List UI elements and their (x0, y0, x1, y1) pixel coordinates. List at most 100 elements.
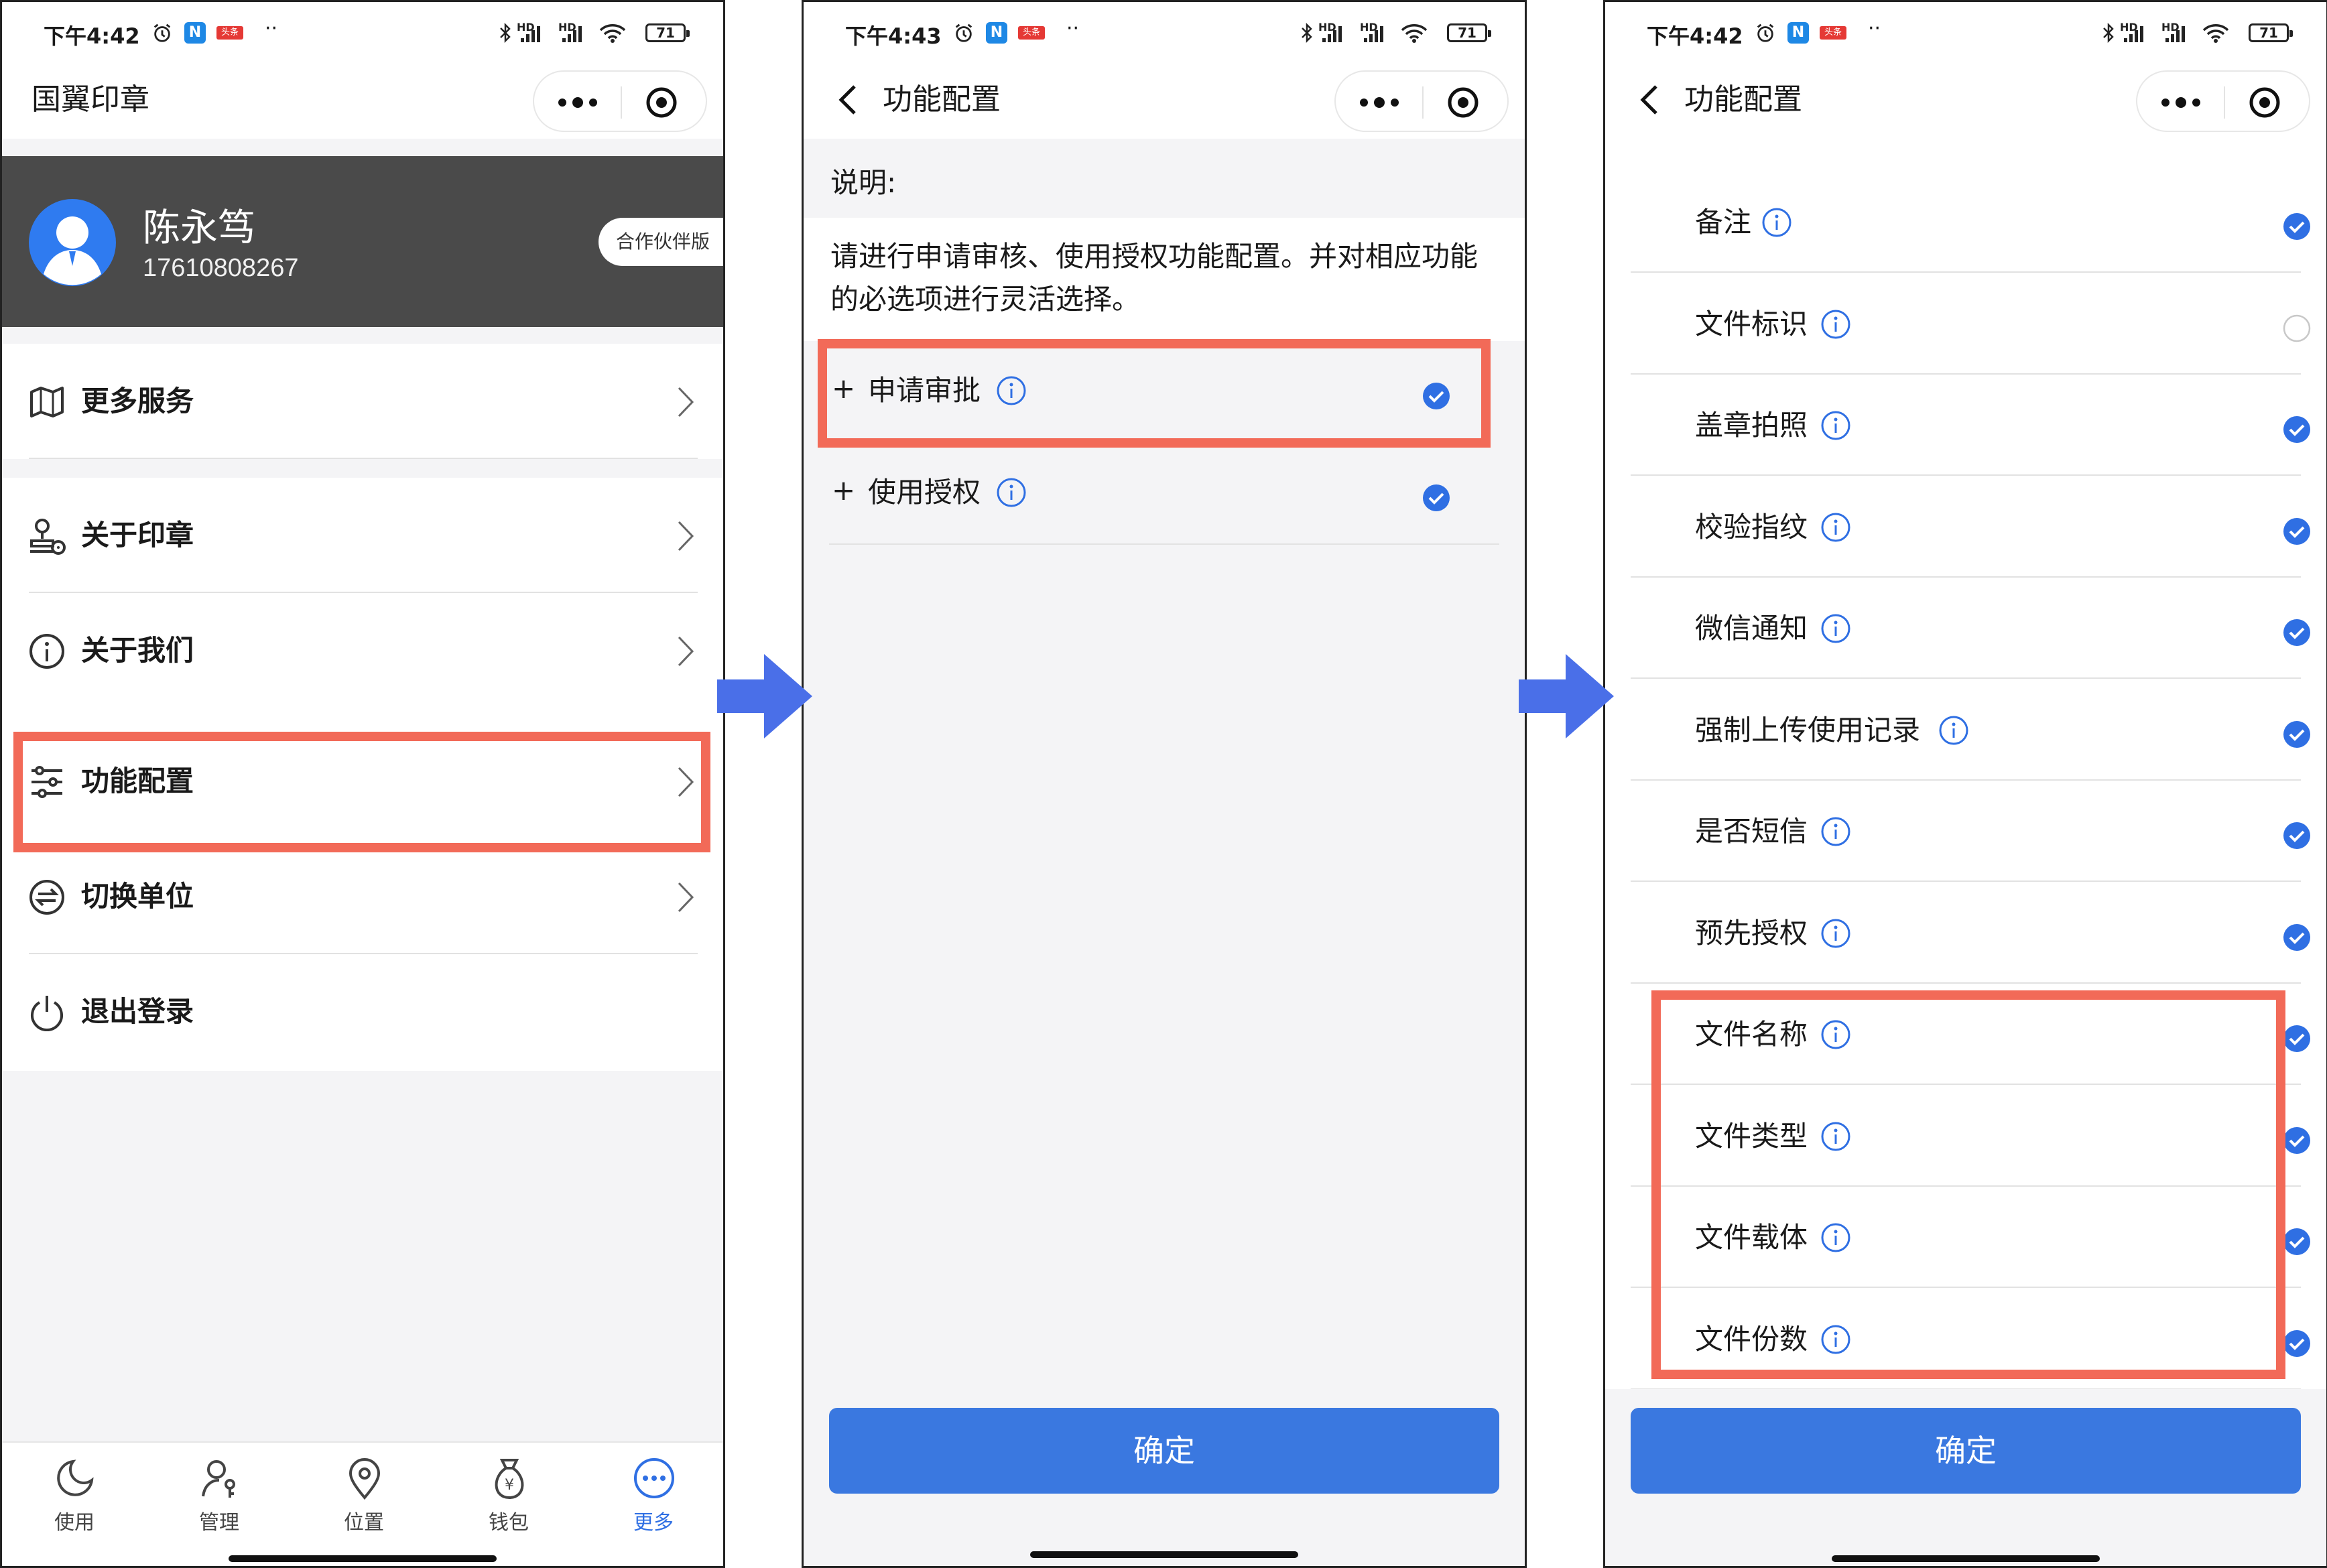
info-circle-icon[interactable] (1820, 815, 1852, 848)
menu-label: 切换单位 (81, 880, 194, 913)
mini-program-capsule (533, 70, 707, 132)
power-icon (31, 996, 63, 1032)
close-target-icon[interactable] (2246, 84, 2283, 121)
info-circle-icon[interactable] (995, 476, 1027, 509)
bluetooth-icon (2103, 22, 2114, 44)
nav-bar: 功能配置 (804, 64, 1525, 139)
wifi-icon (599, 24, 626, 43)
stamp-icon (30, 519, 66, 555)
more-icon[interactable] (1356, 84, 1403, 121)
checked-circle-icon[interactable] (1422, 483, 1451, 513)
menu-item-about-us[interactable]: 关于我们 (2, 593, 723, 708)
signal-icon (2165, 26, 2185, 42)
close-target-icon[interactable] (1444, 84, 1482, 121)
tab-wallet[interactable]: ¥ 钱包 (436, 1443, 581, 1543)
menu-item-about-seal[interactable]: 关于印章 (2, 478, 723, 593)
checked-circle-icon[interactable] (2282, 923, 2312, 952)
capsule-divider (1422, 86, 1424, 119)
profile-card[interactable]: 陈永笃 17610808267 合作伙伴版 (2, 156, 723, 327)
description-title: 说明: (830, 166, 897, 199)
tab-more[interactable]: 更多 (581, 1443, 723, 1543)
status-time: 下午4:42 (1647, 23, 1743, 49)
info-circle-icon[interactable] (1820, 511, 1852, 543)
back-arrow-icon[interactable] (1629, 78, 1672, 121)
signal-icon (521, 26, 540, 42)
info-circle-icon[interactable] (1820, 308, 1852, 340)
info-circle-icon[interactable] (1820, 917, 1852, 950)
tab-label: 位置 (344, 1511, 384, 1534)
config-option-row[interactable]: 是否短信 (1605, 781, 2326, 882)
page-title: 功能配置 (1684, 82, 1802, 117)
toutiao-icon: 头条 (216, 26, 243, 40)
money-bag-icon: ¥ (495, 1459, 524, 1500)
status-bar: 下午4:42 N 头条 ·· HD HD 71 (2, 2, 723, 64)
close-target-icon[interactable] (643, 84, 680, 121)
checked-circle-icon[interactable] (2282, 1227, 2312, 1256)
battery-indicator: 71 (1447, 23, 1491, 42)
info-circle-icon[interactable] (1820, 409, 1852, 442)
config-option-row[interactable]: 预先授权 (1605, 883, 2326, 984)
config-option-row[interactable]: 微信通知 (1605, 578, 2326, 679)
signal-icon (562, 26, 582, 42)
bluetooth-icon (500, 22, 511, 44)
checked-circle-icon[interactable] (2282, 821, 2312, 850)
battery-indicator: 71 (2249, 23, 2293, 42)
flow-arrow-icon (717, 654, 812, 738)
flow-arrow-icon (1519, 654, 1614, 738)
config-option-row[interactable]: 盖章拍照 (1605, 375, 2326, 476)
checked-circle-icon[interactable] (2282, 618, 2312, 647)
confirm-button[interactable]: 确定 (829, 1408, 1499, 1494)
user-phone: 17610808267 (143, 254, 299, 282)
config-row-use-authorization[interactable]: + 使用授权 (804, 443, 1525, 545)
wifi-icon (1401, 24, 1428, 43)
menu-item-switch-unit[interactable]: 切换单位 (2, 839, 723, 954)
nav-bar: 国翼印章 (2, 64, 723, 139)
highlight-box-feature-config (13, 732, 710, 852)
location-icon (349, 1458, 381, 1500)
unchecked-circle-icon[interactable] (2282, 314, 2312, 343)
config-option-label: 盖章拍照 (1695, 409, 1808, 442)
expand-plus-icon[interactable]: + (832, 474, 855, 507)
config-option-row[interactable]: 文件标识 (1605, 273, 2326, 375)
info-circle-icon[interactable] (1938, 714, 1970, 746)
chevron-right-icon (678, 636, 694, 667)
checked-circle-icon[interactable] (2282, 1024, 2312, 1053)
alarm-icon (1757, 23, 1774, 42)
capsule-divider (621, 86, 622, 119)
n-app-icon: N (184, 22, 206, 44)
config-option-row[interactable]: 校验指纹 (1605, 476, 2326, 578)
checked-circle-icon[interactable] (2282, 415, 2312, 444)
menu-item-more-services[interactable]: 更多服务 (2, 344, 723, 459)
confirm-button[interactable]: 确定 (1631, 1408, 2301, 1494)
info-circle-icon[interactable] (1820, 612, 1852, 645)
tab-use[interactable]: 使用 (2, 1443, 147, 1543)
checked-circle-icon[interactable] (2282, 1126, 2312, 1155)
toutiao-icon: 头条 (1820, 26, 1846, 40)
page-title: 国翼印章 (32, 82, 149, 117)
config-option-row[interactable]: 强制上传使用记录 (1605, 679, 2326, 781)
checked-circle-icon[interactable] (2282, 720, 2312, 749)
signal-icon (1364, 26, 1383, 42)
avatar (29, 199, 116, 286)
status-bar: 下午4:43 N 头条 ·· HD HD 71 (804, 2, 1525, 64)
more-icon[interactable] (2157, 84, 2204, 121)
mini-program-capsule (2136, 70, 2310, 132)
config-option-label: 校验指纹 (1695, 510, 1808, 543)
info-circle-icon[interactable] (1761, 206, 1793, 239)
checked-circle-icon[interactable] (2282, 212, 2312, 241)
checked-circle-icon[interactable] (2282, 517, 2312, 546)
menu-item-logout[interactable]: 退出登录 (2, 954, 723, 1069)
tab-label: 钱包 (489, 1511, 529, 1534)
config-option-row[interactable]: 备注 (1605, 172, 2326, 273)
alarm-icon (955, 23, 972, 42)
tab-label: 管理 (199, 1511, 239, 1534)
more-icon[interactable] (554, 84, 601, 121)
menu-label: 关于印章 (81, 519, 194, 551)
tab-location[interactable]: 位置 (292, 1443, 436, 1543)
chevron-right-icon (678, 521, 694, 551)
tab-manage[interactable]: 管理 (147, 1443, 292, 1543)
home-indicator (1030, 1551, 1298, 1558)
moon-icon (57, 1459, 94, 1496)
checked-circle-icon[interactable] (2282, 1329, 2312, 1358)
back-arrow-icon[interactable] (828, 78, 871, 121)
